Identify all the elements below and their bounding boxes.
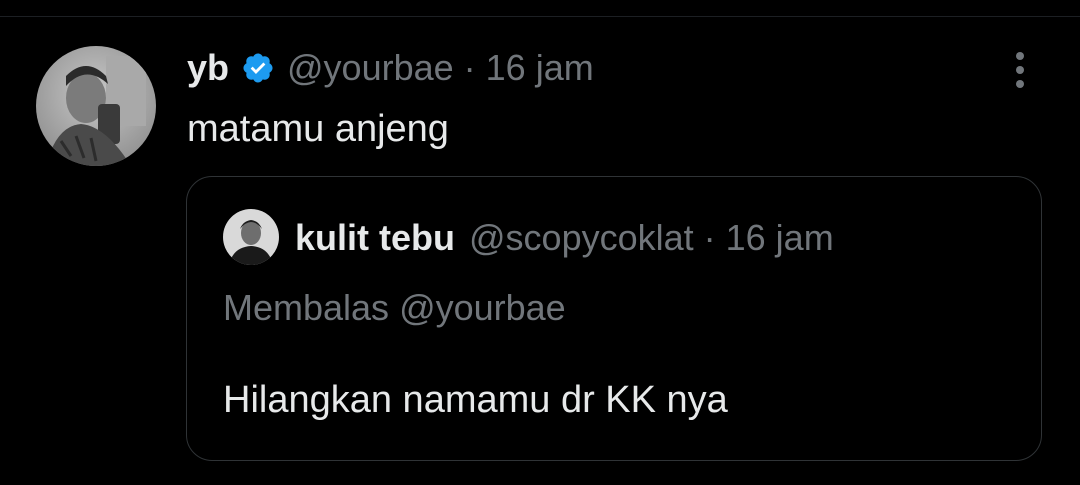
quoted-tweet-text: Hilangkan namamu dr KK nya (223, 379, 728, 421)
divider (0, 16, 1080, 17)
quoted-tweet-header: kulit tebu @scopycoklat · 16 jam (295, 215, 834, 261)
tweet-page: yb @yourbae · 16 jam matamu anjeng kulit… (0, 0, 1080, 485)
author-name[interactable]: yb (187, 47, 229, 89)
author-handle[interactable]: @yourbae (287, 47, 454, 89)
verified-badge-icon (241, 51, 275, 85)
more-vertical-icon[interactable] (1000, 48, 1040, 92)
separator: · (463, 47, 476, 88)
tweet-text: matamu anjeng (187, 108, 449, 150)
tweet-time[interactable]: 16 jam (486, 47, 594, 89)
quoted-tweet-card[interactable]: kulit tebu @scopycoklat · 16 jam Membala… (186, 176, 1042, 461)
tweet-header: yb @yourbae · 16 jam (187, 44, 594, 92)
author-avatar[interactable] (36, 46, 156, 166)
reply-context: Membalas @yourbae (223, 287, 566, 328)
quoted-tweet-time[interactable]: 16 jam (726, 217, 834, 259)
separator: · (703, 217, 716, 258)
quoted-author-avatar[interactable] (223, 209, 279, 265)
quoted-author-handle[interactable]: @scopycoklat (469, 217, 694, 259)
quoted-author-name[interactable]: kulit tebu (295, 217, 455, 259)
